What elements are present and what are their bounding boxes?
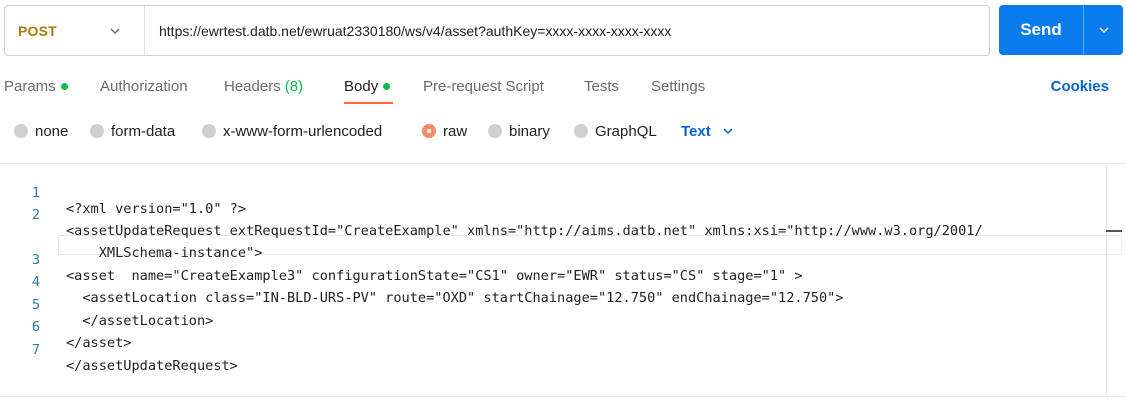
radio-circle	[90, 124, 104, 138]
radio-raw-label: raw	[443, 122, 468, 140]
radio-raw[interactable]: raw	[422, 116, 467, 146]
tab-tests-label: Tests	[584, 77, 620, 95]
editor-scroll-thumb[interactable]	[1106, 230, 1122, 232]
radio-circle	[202, 124, 216, 138]
cookies-link[interactable]: Cookies	[1051, 68, 1109, 104]
radio-urlencoded-label: x-www-form-urlencoded	[223, 122, 383, 140]
chevron-down-icon	[1098, 27, 1109, 34]
radio-circle	[574, 124, 588, 138]
url-input[interactable]: https://ewrtest.datb.net/ewruat2330180/w…	[145, 23, 989, 39]
method-label: POST	[18, 22, 57, 39]
chevron-down-icon	[723, 128, 733, 135]
editor-scrollbar[interactable]	[1106, 165, 1107, 394]
tab-body[interactable]: Body	[344, 68, 391, 104]
radio-form-data[interactable]: form-data	[90, 116, 175, 146]
radio-binary[interactable]: binary	[488, 116, 550, 146]
radio-graphql-label: GraphQL	[595, 122, 657, 140]
line-number: 7	[31, 342, 40, 358]
tab-headers-label: Headers	[224, 77, 281, 95]
code-line: 7 </assetUpdateRequest>	[0, 326, 1106, 374]
active-tab-indicator	[344, 102, 393, 104]
radio-form-data-label: form-data	[111, 122, 176, 140]
body-status-dot	[383, 82, 391, 90]
tab-settings-label: Settings	[651, 77, 706, 95]
tab-params[interactable]: Params	[4, 68, 68, 104]
radio-none-label: none	[35, 122, 69, 140]
request-tabs: Params Authorization Headers (8) Body Pr…	[0, 68, 1126, 106]
tab-headers[interactable]: Headers (8)	[224, 68, 303, 104]
radio-circle-selected	[422, 124, 436, 138]
tab-body-label: Body	[344, 77, 379, 95]
method-select[interactable]: POST	[5, 6, 145, 55]
send-button[interactable]: Send	[999, 5, 1083, 55]
request-bar: POST https://ewrtest.datb.net/ewruat2330…	[4, 5, 990, 56]
tab-params-label: Params	[4, 77, 56, 95]
radio-circle	[488, 124, 502, 138]
radio-binary-label: binary	[509, 122, 550, 140]
chevron-down-icon	[110, 27, 120, 34]
headers-count: (8)	[284, 77, 304, 95]
radio-graphql[interactable]: GraphQL	[574, 116, 657, 146]
tab-prerequest-script[interactable]: Pre-request Script	[423, 68, 544, 104]
radio-none[interactable]: none	[14, 116, 68, 146]
radio-circle	[14, 124, 28, 138]
raw-format-select[interactable]: Text	[681, 116, 735, 146]
body-type-selector: none form-data x-www-form-urlencoded raw…	[0, 116, 1126, 146]
raw-format-label: Text	[681, 122, 711, 140]
params-status-dot	[60, 82, 68, 90]
tab-authorization-label: Authorization	[100, 77, 188, 95]
code-text: </assetUpdateRequest>	[66, 358, 238, 374]
tab-prerequest-label: Pre-request Script	[423, 77, 544, 95]
tab-tests[interactable]: Tests	[584, 68, 619, 104]
tab-settings[interactable]: Settings	[651, 68, 705, 104]
radio-urlencoded[interactable]: x-www-form-urlencoded	[202, 116, 382, 146]
tab-authorization[interactable]: Authorization	[100, 68, 188, 104]
send-options-button[interactable]	[1084, 5, 1123, 55]
send-button-group: Send	[999, 5, 1123, 55]
